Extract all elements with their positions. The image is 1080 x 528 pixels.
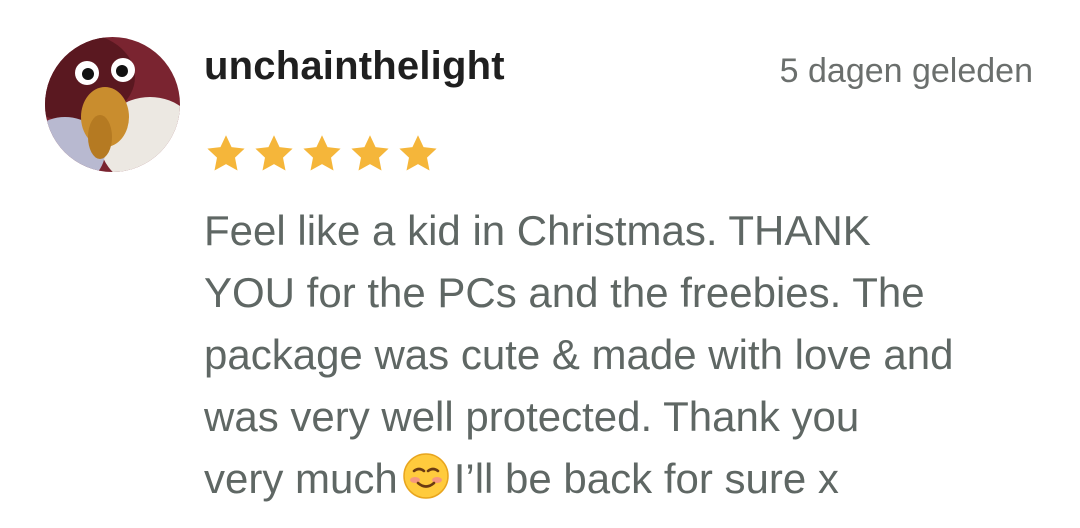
review-text-fragment: I’ll be back for sure x: [453, 455, 839, 502]
star-rating: [203, 131, 441, 177]
review-text-line-last: very much I’ll be back for sure x: [204, 448, 1054, 510]
star-icon: [303, 135, 341, 171]
star-icon: [399, 135, 437, 171]
smiling-face-emoji-icon: [402, 453, 449, 499]
review-text-fragment: very much: [204, 455, 398, 502]
avatar-image: [45, 37, 180, 172]
review-text-line: package was cute & made with love and: [204, 331, 954, 378]
star-icon: [207, 135, 245, 171]
review-card: unchainthelight 5 dagen geleden Feel lik…: [0, 0, 1080, 528]
star-icon: [255, 135, 293, 171]
review-timestamp: 5 dagen geleden: [779, 52, 1033, 90]
username[interactable]: unchainthelight: [204, 44, 505, 89]
avatar[interactable]: [45, 37, 180, 172]
review-text-line: YOU for the PCs and the freebies. The: [204, 269, 925, 316]
review-text: Feel like a kid in Christmas. THANK YOU …: [204, 200, 1054, 510]
star-icon: [351, 135, 389, 171]
review-text-line: Feel like a kid in Christmas. THANK: [204, 207, 871, 254]
review-text-line: was very well protected. Thank you: [204, 393, 860, 440]
